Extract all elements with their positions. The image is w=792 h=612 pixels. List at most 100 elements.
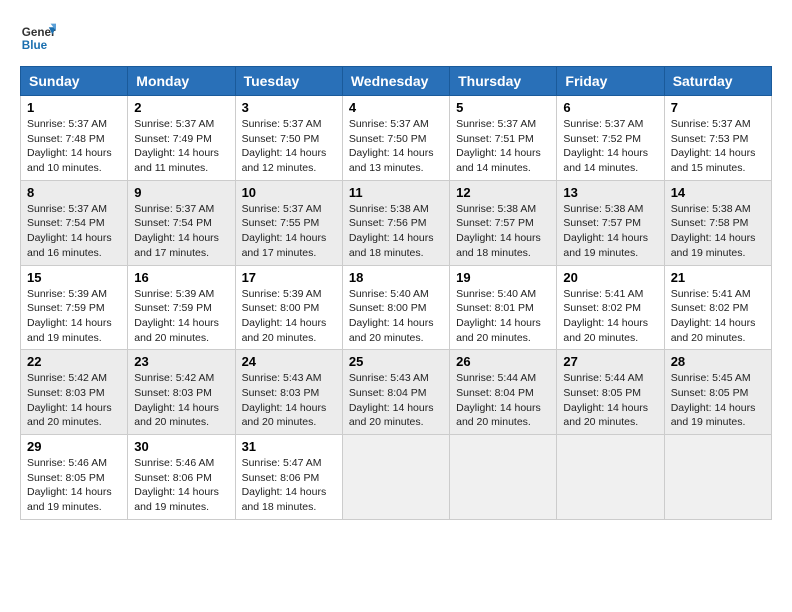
day-number: 26 xyxy=(456,354,550,369)
day-info: Sunrise: 5:46 AM Sunset: 8:06 PM Dayligh… xyxy=(134,456,228,515)
calendar-week-row: 8 Sunrise: 5:37 AM Sunset: 7:54 PM Daylig… xyxy=(21,180,772,265)
day-number: 19 xyxy=(456,270,550,285)
day-number: 10 xyxy=(242,185,336,200)
day-info: Sunrise: 5:37 AM Sunset: 7:51 PM Dayligh… xyxy=(456,117,550,176)
day-number: 28 xyxy=(671,354,765,369)
calendar-day-cell: 17 Sunrise: 5:39 AM Sunset: 8:00 PM Dayli… xyxy=(235,265,342,350)
day-info: Sunrise: 5:40 AM Sunset: 8:01 PM Dayligh… xyxy=(456,287,550,346)
calendar-table: SundayMondayTuesdayWednesdayThursdayFrid… xyxy=(20,66,772,520)
calendar-day-cell: 5 Sunrise: 5:37 AM Sunset: 7:51 PM Daylig… xyxy=(450,96,557,181)
calendar-day-cell: 16Sunrise: 5:39 AM Sunset: 7:59 PM Dayli… xyxy=(128,265,235,350)
day-info: Sunrise: 5:38 AM Sunset: 7:57 PM Dayligh… xyxy=(563,202,657,261)
day-number: 22 xyxy=(27,354,121,369)
calendar-day-cell: 24 Sunrise: 5:43 AM Sunset: 8:03 PM Dayli… xyxy=(235,350,342,435)
weekday-header-sunday: Sunday xyxy=(21,67,128,96)
calendar-day-cell: 4 Sunrise: 5:37 AM Sunset: 7:50 PM Daylig… xyxy=(342,96,449,181)
calendar-day-cell: 3 Sunrise: 5:37 AM Sunset: 7:50 PM Daylig… xyxy=(235,96,342,181)
weekday-header-monday: Monday xyxy=(128,67,235,96)
calendar-day-cell: 6 Sunrise: 5:37 AM Sunset: 7:52 PM Daylig… xyxy=(557,96,664,181)
day-number: 9 xyxy=(134,185,228,200)
calendar-day-cell: 7 Sunrise: 5:37 AM Sunset: 7:53 PM Daylig… xyxy=(664,96,771,181)
day-number: 6 xyxy=(563,100,657,115)
day-info: Sunrise: 5:44 AM Sunset: 8:05 PM Dayligh… xyxy=(563,371,657,430)
day-number: 18 xyxy=(349,270,443,285)
day-number: 7 xyxy=(671,100,765,115)
weekday-header-saturday: Saturday xyxy=(664,67,771,96)
day-number: 13 xyxy=(563,185,657,200)
day-info: Sunrise: 5:37 AM Sunset: 7:50 PM Dayligh… xyxy=(349,117,443,176)
calendar-day-cell xyxy=(450,435,557,520)
day-info: Sunrise: 5:40 AM Sunset: 8:00 PM Dayligh… xyxy=(349,287,443,346)
day-info: Sunrise: 5:37 AM Sunset: 7:52 PM Dayligh… xyxy=(563,117,657,176)
day-number: 31 xyxy=(242,439,336,454)
weekday-header-tuesday: Tuesday xyxy=(235,67,342,96)
calendar-day-cell: 15 Sunrise: 5:39 AM Sunset: 7:59 PM Dayli… xyxy=(21,265,128,350)
day-info: Sunrise: 5:38 AM Sunset: 7:57 PM Dayligh… xyxy=(456,202,550,261)
calendar-day-cell: 8Sunrise: 5:37 AM Sunset: 7:54 PM Daylig… xyxy=(21,180,128,265)
day-number: 21 xyxy=(671,270,765,285)
day-info: Sunrise: 5:42 AM Sunset: 8:03 PM Dayligh… xyxy=(134,371,228,430)
calendar-day-cell: 1Sunrise: 5:37 AM Sunset: 7:48 PM Daylig… xyxy=(21,96,128,181)
logo-icon: General Blue xyxy=(20,20,56,56)
day-number: 25 xyxy=(349,354,443,369)
day-number: 20 xyxy=(563,270,657,285)
day-number: 5 xyxy=(456,100,550,115)
day-number: 24 xyxy=(242,354,336,369)
calendar-day-cell: 9 Sunrise: 5:37 AM Sunset: 7:54 PM Daylig… xyxy=(128,180,235,265)
calendar-day-cell: 26Sunrise: 5:44 AM Sunset: 8:04 PM Dayli… xyxy=(450,350,557,435)
day-number: 3 xyxy=(242,100,336,115)
day-info: Sunrise: 5:41 AM Sunset: 8:02 PM Dayligh… xyxy=(563,287,657,346)
day-info: Sunrise: 5:39 AM Sunset: 8:00 PM Dayligh… xyxy=(242,287,336,346)
day-info: Sunrise: 5:43 AM Sunset: 8:03 PM Dayligh… xyxy=(242,371,336,430)
calendar-day-cell: 23 Sunrise: 5:42 AM Sunset: 8:03 PM Dayli… xyxy=(128,350,235,435)
weekday-header-wednesday: Wednesday xyxy=(342,67,449,96)
day-number: 15 xyxy=(27,270,121,285)
day-number: 17 xyxy=(242,270,336,285)
calendar-week-row: 29Sunrise: 5:46 AM Sunset: 8:05 PM Dayli… xyxy=(21,435,772,520)
day-number: 1 xyxy=(27,100,121,115)
day-info: Sunrise: 5:39 AM Sunset: 7:59 PM Dayligh… xyxy=(134,287,228,346)
weekday-header-row: SundayMondayTuesdayWednesdayThursdayFrid… xyxy=(21,67,772,96)
calendar-day-cell: 11Sunrise: 5:38 AM Sunset: 7:56 PM Dayli… xyxy=(342,180,449,265)
calendar-day-cell: 20 Sunrise: 5:41 AM Sunset: 8:02 PM Dayli… xyxy=(557,265,664,350)
calendar-day-cell: 28 Sunrise: 5:45 AM Sunset: 8:05 PM Dayli… xyxy=(664,350,771,435)
calendar-day-cell: 18 Sunrise: 5:40 AM Sunset: 8:00 PM Dayli… xyxy=(342,265,449,350)
day-info: Sunrise: 5:47 AM Sunset: 8:06 PM Dayligh… xyxy=(242,456,336,515)
day-number: 29 xyxy=(27,439,121,454)
calendar-week-row: 22 Sunrise: 5:42 AM Sunset: 8:03 PM Dayli… xyxy=(21,350,772,435)
day-number: 8 xyxy=(27,185,121,200)
calendar-day-cell xyxy=(342,435,449,520)
day-info: Sunrise: 5:41 AM Sunset: 8:02 PM Dayligh… xyxy=(671,287,765,346)
day-number: 23 xyxy=(134,354,228,369)
calendar-day-cell: 2 Sunrise: 5:37 AM Sunset: 7:49 PM Daylig… xyxy=(128,96,235,181)
calendar-week-row: 1Sunrise: 5:37 AM Sunset: 7:48 PM Daylig… xyxy=(21,96,772,181)
calendar-day-cell: 29Sunrise: 5:46 AM Sunset: 8:05 PM Dayli… xyxy=(21,435,128,520)
day-number: 14 xyxy=(671,185,765,200)
calendar-day-cell: 22 Sunrise: 5:42 AM Sunset: 8:03 PM Dayli… xyxy=(21,350,128,435)
day-number: 11 xyxy=(349,185,443,200)
day-number: 2 xyxy=(134,100,228,115)
calendar-day-cell: 12Sunrise: 5:38 AM Sunset: 7:57 PM Dayli… xyxy=(450,180,557,265)
day-number: 30 xyxy=(134,439,228,454)
day-info: Sunrise: 5:37 AM Sunset: 7:50 PM Dayligh… xyxy=(242,117,336,176)
calendar-day-cell: 19 Sunrise: 5:40 AM Sunset: 8:01 PM Dayli… xyxy=(450,265,557,350)
day-number: 4 xyxy=(349,100,443,115)
day-info: Sunrise: 5:37 AM Sunset: 7:54 PM Dayligh… xyxy=(134,202,228,261)
calendar-day-cell: 27 Sunrise: 5:44 AM Sunset: 8:05 PM Dayli… xyxy=(557,350,664,435)
calendar-day-cell: 25Sunrise: 5:43 AM Sunset: 8:04 PM Dayli… xyxy=(342,350,449,435)
calendar-week-row: 15 Sunrise: 5:39 AM Sunset: 7:59 PM Dayli… xyxy=(21,265,772,350)
calendar-day-cell: 31 Sunrise: 5:47 AM Sunset: 8:06 PM Dayli… xyxy=(235,435,342,520)
weekday-header-thursday: Thursday xyxy=(450,67,557,96)
calendar-day-cell: 14Sunrise: 5:38 AM Sunset: 7:58 PM Dayli… xyxy=(664,180,771,265)
day-info: Sunrise: 5:37 AM Sunset: 7:55 PM Dayligh… xyxy=(242,202,336,261)
day-info: Sunrise: 5:37 AM Sunset: 7:49 PM Dayligh… xyxy=(134,117,228,176)
day-info: Sunrise: 5:45 AM Sunset: 8:05 PM Dayligh… xyxy=(671,371,765,430)
day-info: Sunrise: 5:37 AM Sunset: 7:53 PM Dayligh… xyxy=(671,117,765,176)
calendar-day-cell: 13 Sunrise: 5:38 AM Sunset: 7:57 PM Dayli… xyxy=(557,180,664,265)
logo: General Blue xyxy=(20,20,56,56)
weekday-header-friday: Friday xyxy=(557,67,664,96)
calendar-day-cell: 10 Sunrise: 5:37 AM Sunset: 7:55 PM Dayli… xyxy=(235,180,342,265)
day-number: 27 xyxy=(563,354,657,369)
day-info: Sunrise: 5:39 AM Sunset: 7:59 PM Dayligh… xyxy=(27,287,121,346)
day-info: Sunrise: 5:42 AM Sunset: 8:03 PM Dayligh… xyxy=(27,371,121,430)
